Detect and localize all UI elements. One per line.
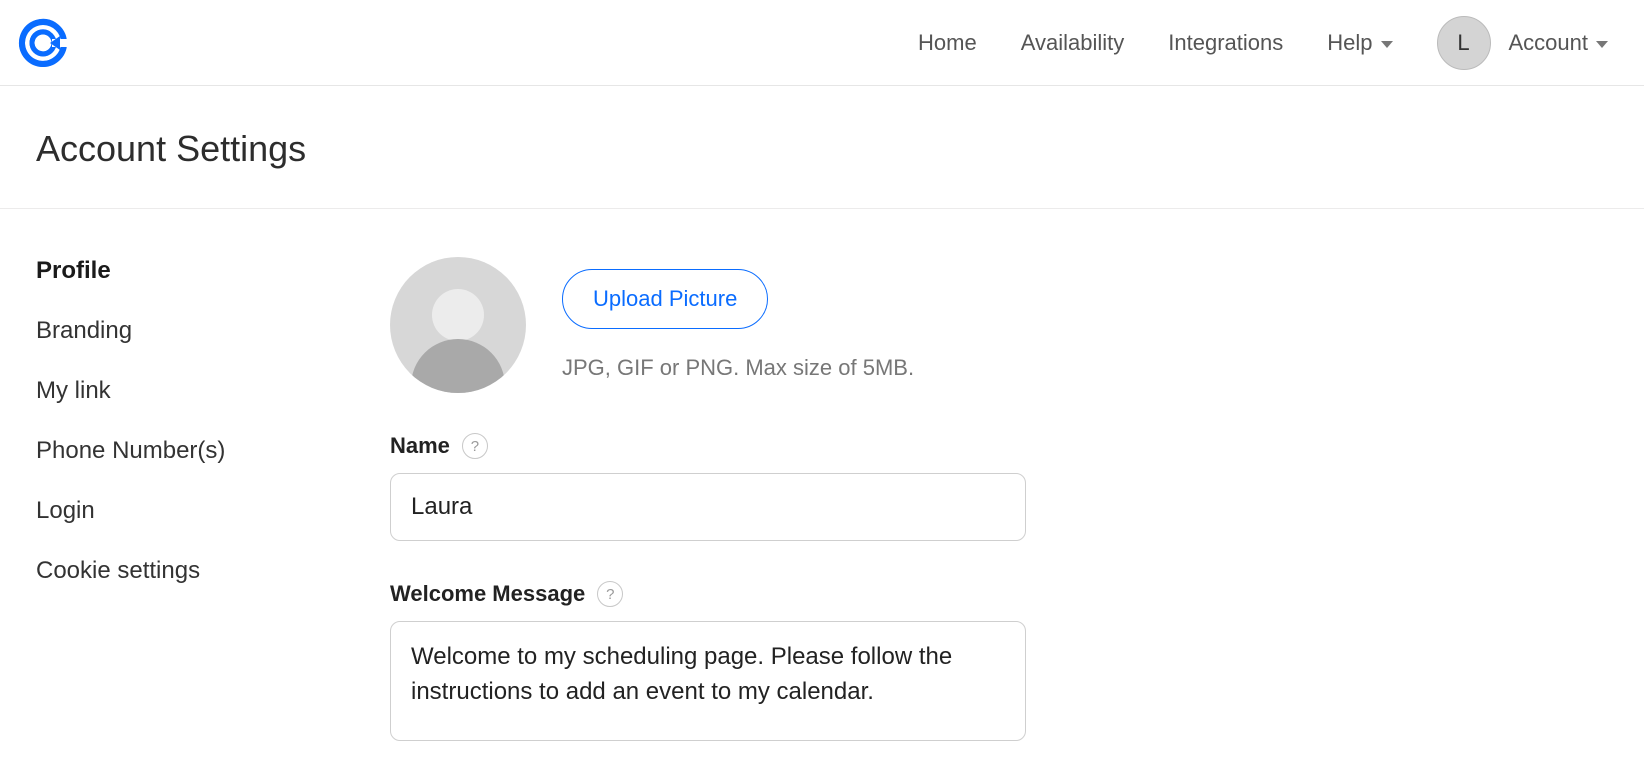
avatar-placeholder-icon [390, 257, 526, 393]
name-label: Name [390, 433, 450, 459]
sidebar-item-profile[interactable]: Profile [36, 257, 360, 285]
sidebar-item-phone-numbers[interactable]: Phone Number(s) [36, 437, 360, 465]
welcome-field-block: Welcome Message ? [390, 581, 1060, 746]
nav-integrations[interactable]: Integrations [1168, 30, 1283, 56]
page-title: Account Settings [36, 128, 1644, 170]
content-area: Profile Branding My link Phone Number(s)… [0, 209, 1644, 746]
help-icon[interactable]: ? [597, 581, 623, 607]
profile-panel: Upload Picture JPG, GIF or PNG. Max size… [360, 257, 1060, 746]
upload-column: Upload Picture JPG, GIF or PNG. Max size… [562, 257, 914, 381]
app-header: Home Availability Integrations Help L Ac… [0, 0, 1644, 86]
sidebar-item-login[interactable]: Login [36, 497, 360, 525]
user-avatar-badge[interactable]: L [1437, 16, 1491, 70]
nav-availability[interactable]: Availability [1021, 30, 1125, 56]
sidebar-item-branding[interactable]: Branding [36, 317, 360, 345]
nav-home[interactable]: Home [918, 30, 977, 56]
name-input[interactable] [390, 473, 1026, 541]
welcome-label: Welcome Message [390, 581, 585, 607]
chevron-down-icon [1596, 41, 1608, 48]
upload-hint-text: JPG, GIF or PNG. Max size of 5MB. [562, 355, 914, 381]
sidebar-item-my-link[interactable]: My link [36, 377, 360, 405]
top-nav: Home Availability Integrations Help L Ac… [918, 16, 1608, 70]
account-group: L Account [1437, 16, 1609, 70]
page-title-wrap: Account Settings [0, 86, 1644, 209]
name-field-block: Name ? [390, 433, 1060, 541]
welcome-message-textarea[interactable] [390, 621, 1026, 741]
help-icon[interactable]: ? [462, 433, 488, 459]
brand-logo-icon[interactable] [18, 18, 68, 68]
picture-row: Upload Picture JPG, GIF or PNG. Max size… [390, 257, 1060, 393]
nav-help-dropdown[interactable]: Help [1327, 30, 1392, 56]
nav-help-label: Help [1327, 30, 1372, 56]
nav-account-label: Account [1509, 30, 1589, 56]
settings-sidebar: Profile Branding My link Phone Number(s)… [0, 257, 360, 746]
upload-picture-button[interactable]: Upload Picture [562, 269, 768, 329]
nav-account-dropdown[interactable]: Account [1509, 30, 1609, 56]
sidebar-item-cookie-settings[interactable]: Cookie settings [36, 557, 360, 585]
chevron-down-icon [1381, 41, 1393, 48]
